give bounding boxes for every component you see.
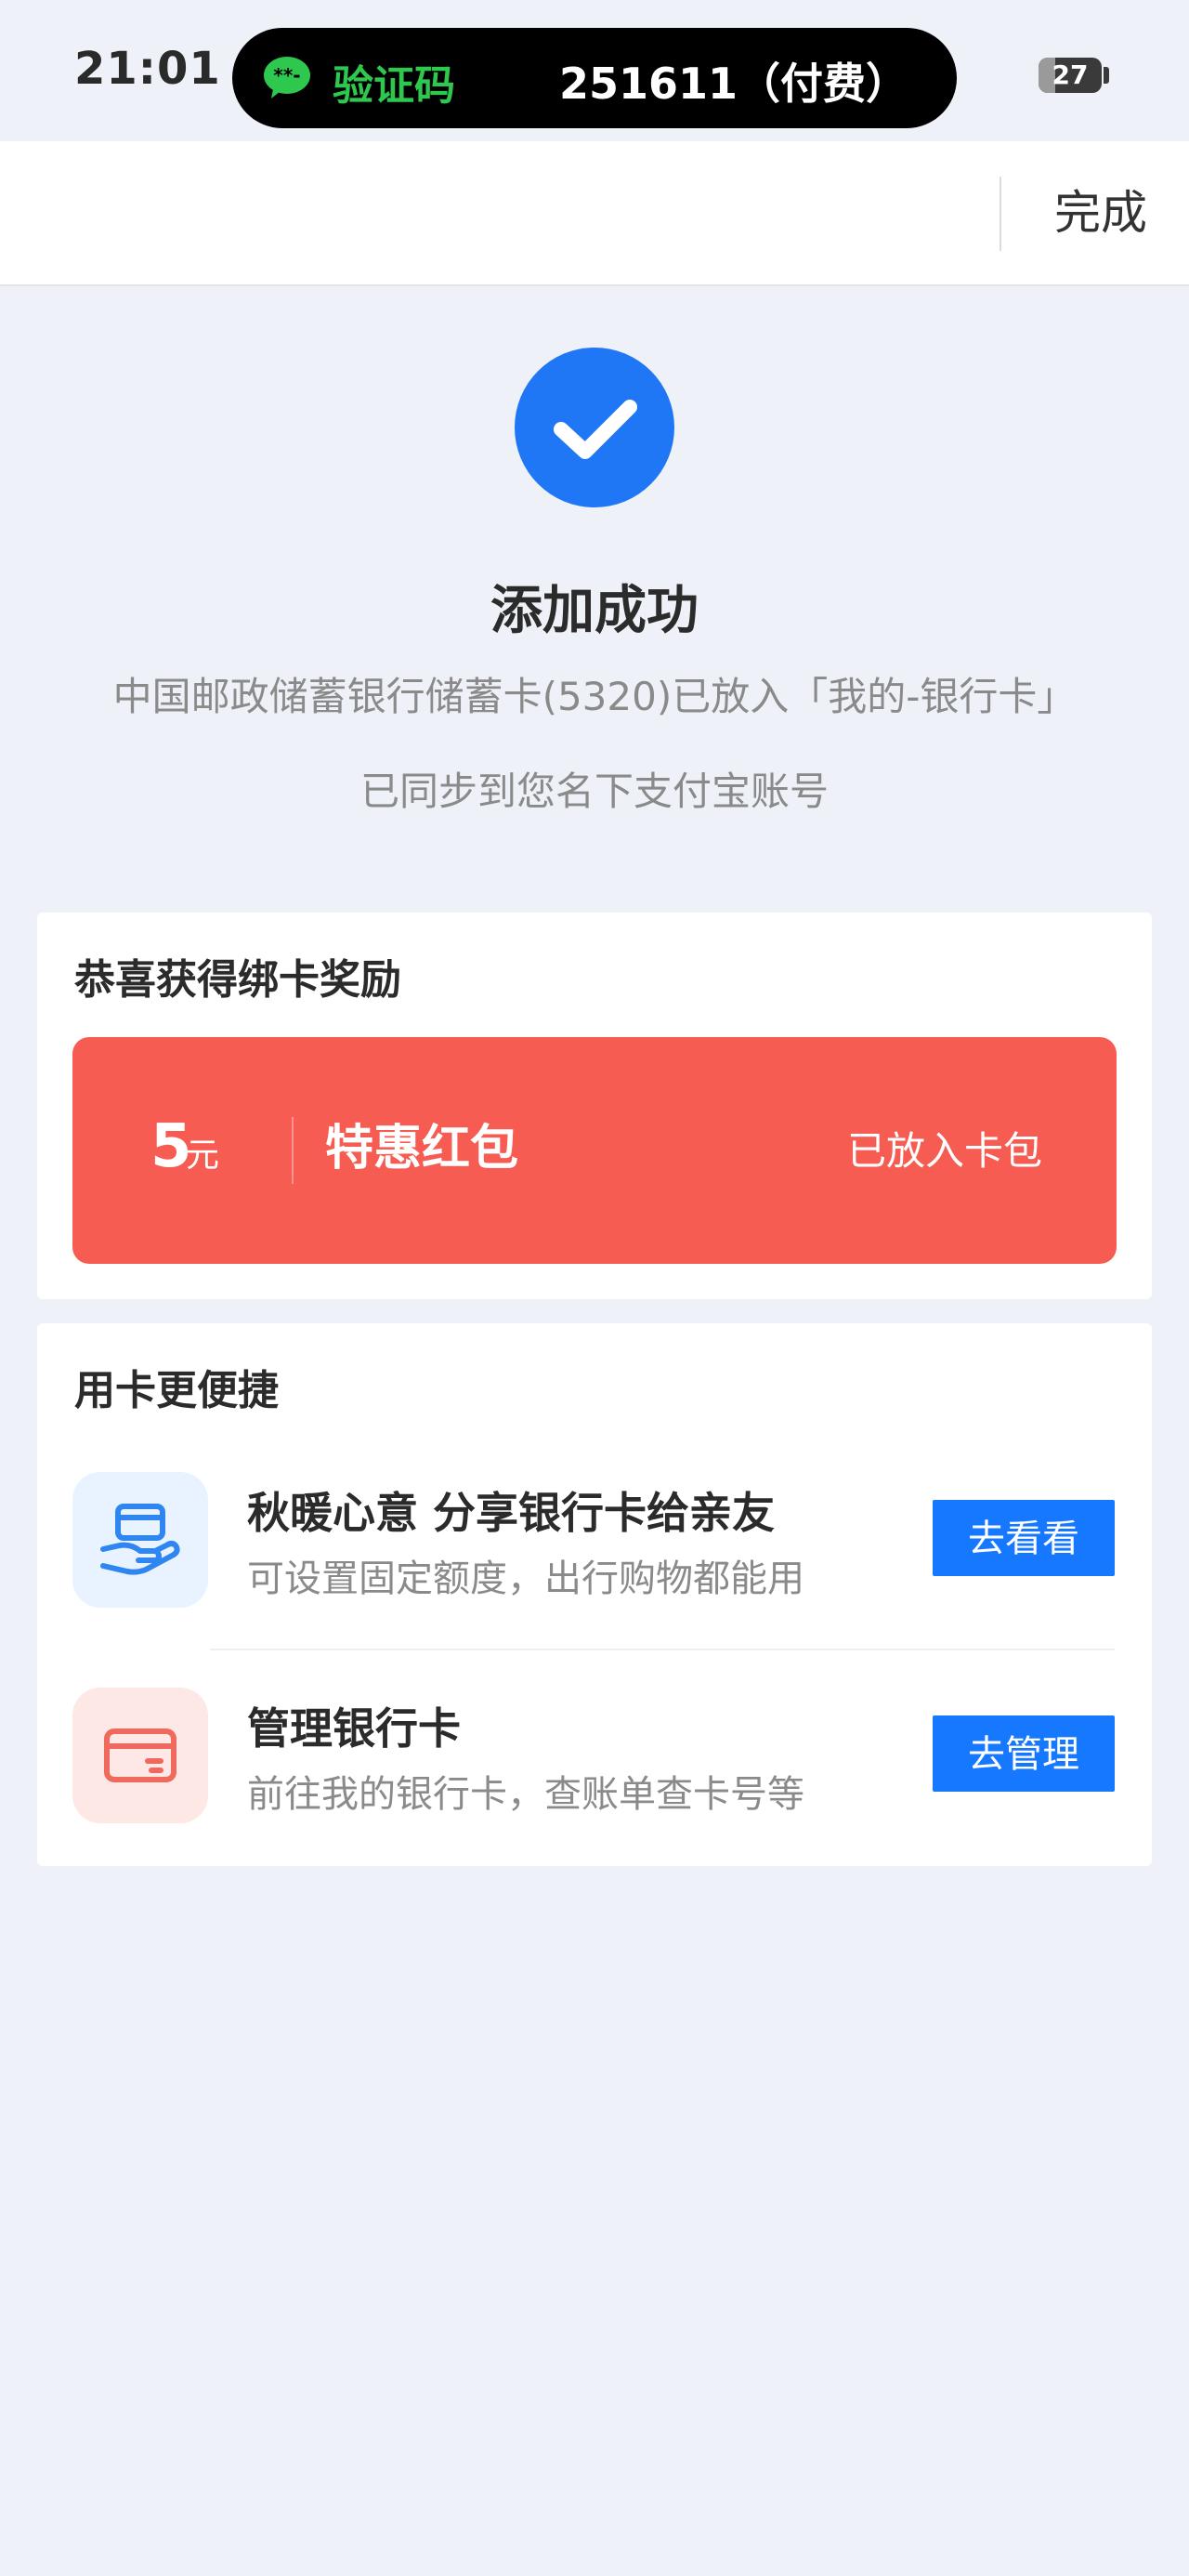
share-card-icon bbox=[72, 1472, 208, 1608]
coupon-unit: 元 bbox=[186, 1137, 220, 1175]
sync-text: 已同步到您名下支付宝账号 bbox=[359, 769, 829, 814]
nav-divider bbox=[1000, 177, 1001, 251]
view-share-button[interactable]: 去看看 bbox=[933, 1500, 1115, 1576]
success-description: 中国邮政储蓄银行储蓄卡(5320)已放入「我的-银行卡」 bbox=[112, 674, 1077, 719]
wechat-icon: **- bbox=[264, 57, 310, 99]
nav-bar: 完成 bbox=[0, 141, 1189, 286]
battery-icon: 27 bbox=[1039, 58, 1102, 93]
red-packet-coupon[interactable]: 5 元 特惠红包 已放入卡包 bbox=[72, 1037, 1117, 1264]
reward-section-title: 恭喜获得绑卡奖励 bbox=[74, 956, 401, 1004]
bank-card-icon bbox=[72, 1688, 208, 1823]
services-card: 用卡更便捷 秋暖心意 分享银行卡给亲友 可设置固定额度，出行购物都能用 去看看 … bbox=[37, 1323, 1152, 1866]
share-card-title: 秋暖心意 分享银行卡给亲友 bbox=[247, 1488, 776, 1538]
share-card-subtitle: 可设置固定额度，出行购物都能用 bbox=[247, 1557, 804, 1600]
manage-card-title: 管理银行卡 bbox=[247, 1703, 461, 1754]
coupon-divider bbox=[292, 1117, 294, 1184]
status-bar: 21:01 **- 验证码 251611（付费） 27 bbox=[0, 0, 1189, 141]
coupon-title: 特惠红包 bbox=[325, 1121, 519, 1176]
list-item-share-card[interactable]: 秋暖心意 分享银行卡给亲友 可设置固定额度，出行购物都能用 去看看 bbox=[37, 1472, 1152, 1610]
success-check-icon bbox=[515, 348, 674, 507]
notification-label: 验证码 bbox=[333, 62, 455, 110]
verification-code: 251611（付费） bbox=[558, 59, 908, 109]
notification-pill[interactable]: **- 验证码 251611（付费） bbox=[232, 28, 957, 128]
list-item-manage-card[interactable]: 管理银行卡 前往我的银行卡，查账单查卡号等 去管理 bbox=[37, 1688, 1152, 1825]
services-section-title: 用卡更便捷 bbox=[74, 1367, 279, 1414]
manage-card-button[interactable]: 去管理 bbox=[933, 1715, 1115, 1792]
battery-text: 27 bbox=[1052, 59, 1089, 90]
svg-text:**-: **- bbox=[273, 64, 300, 86]
row-divider bbox=[210, 1649, 1115, 1650]
manage-card-subtitle: 前往我的银行卡，查账单查卡号等 bbox=[247, 1773, 804, 1816]
battery-tip bbox=[1104, 67, 1109, 84]
status-time: 21:01 bbox=[74, 43, 221, 95]
coupon-status: 已放入卡包 bbox=[846, 1128, 1042, 1174]
reward-card: 恭喜获得绑卡奖励 5 元 特惠红包 已放入卡包 bbox=[37, 913, 1152, 1299]
done-button[interactable]: 完成 bbox=[1031, 171, 1170, 255]
success-title: 添加成功 bbox=[490, 581, 699, 641]
